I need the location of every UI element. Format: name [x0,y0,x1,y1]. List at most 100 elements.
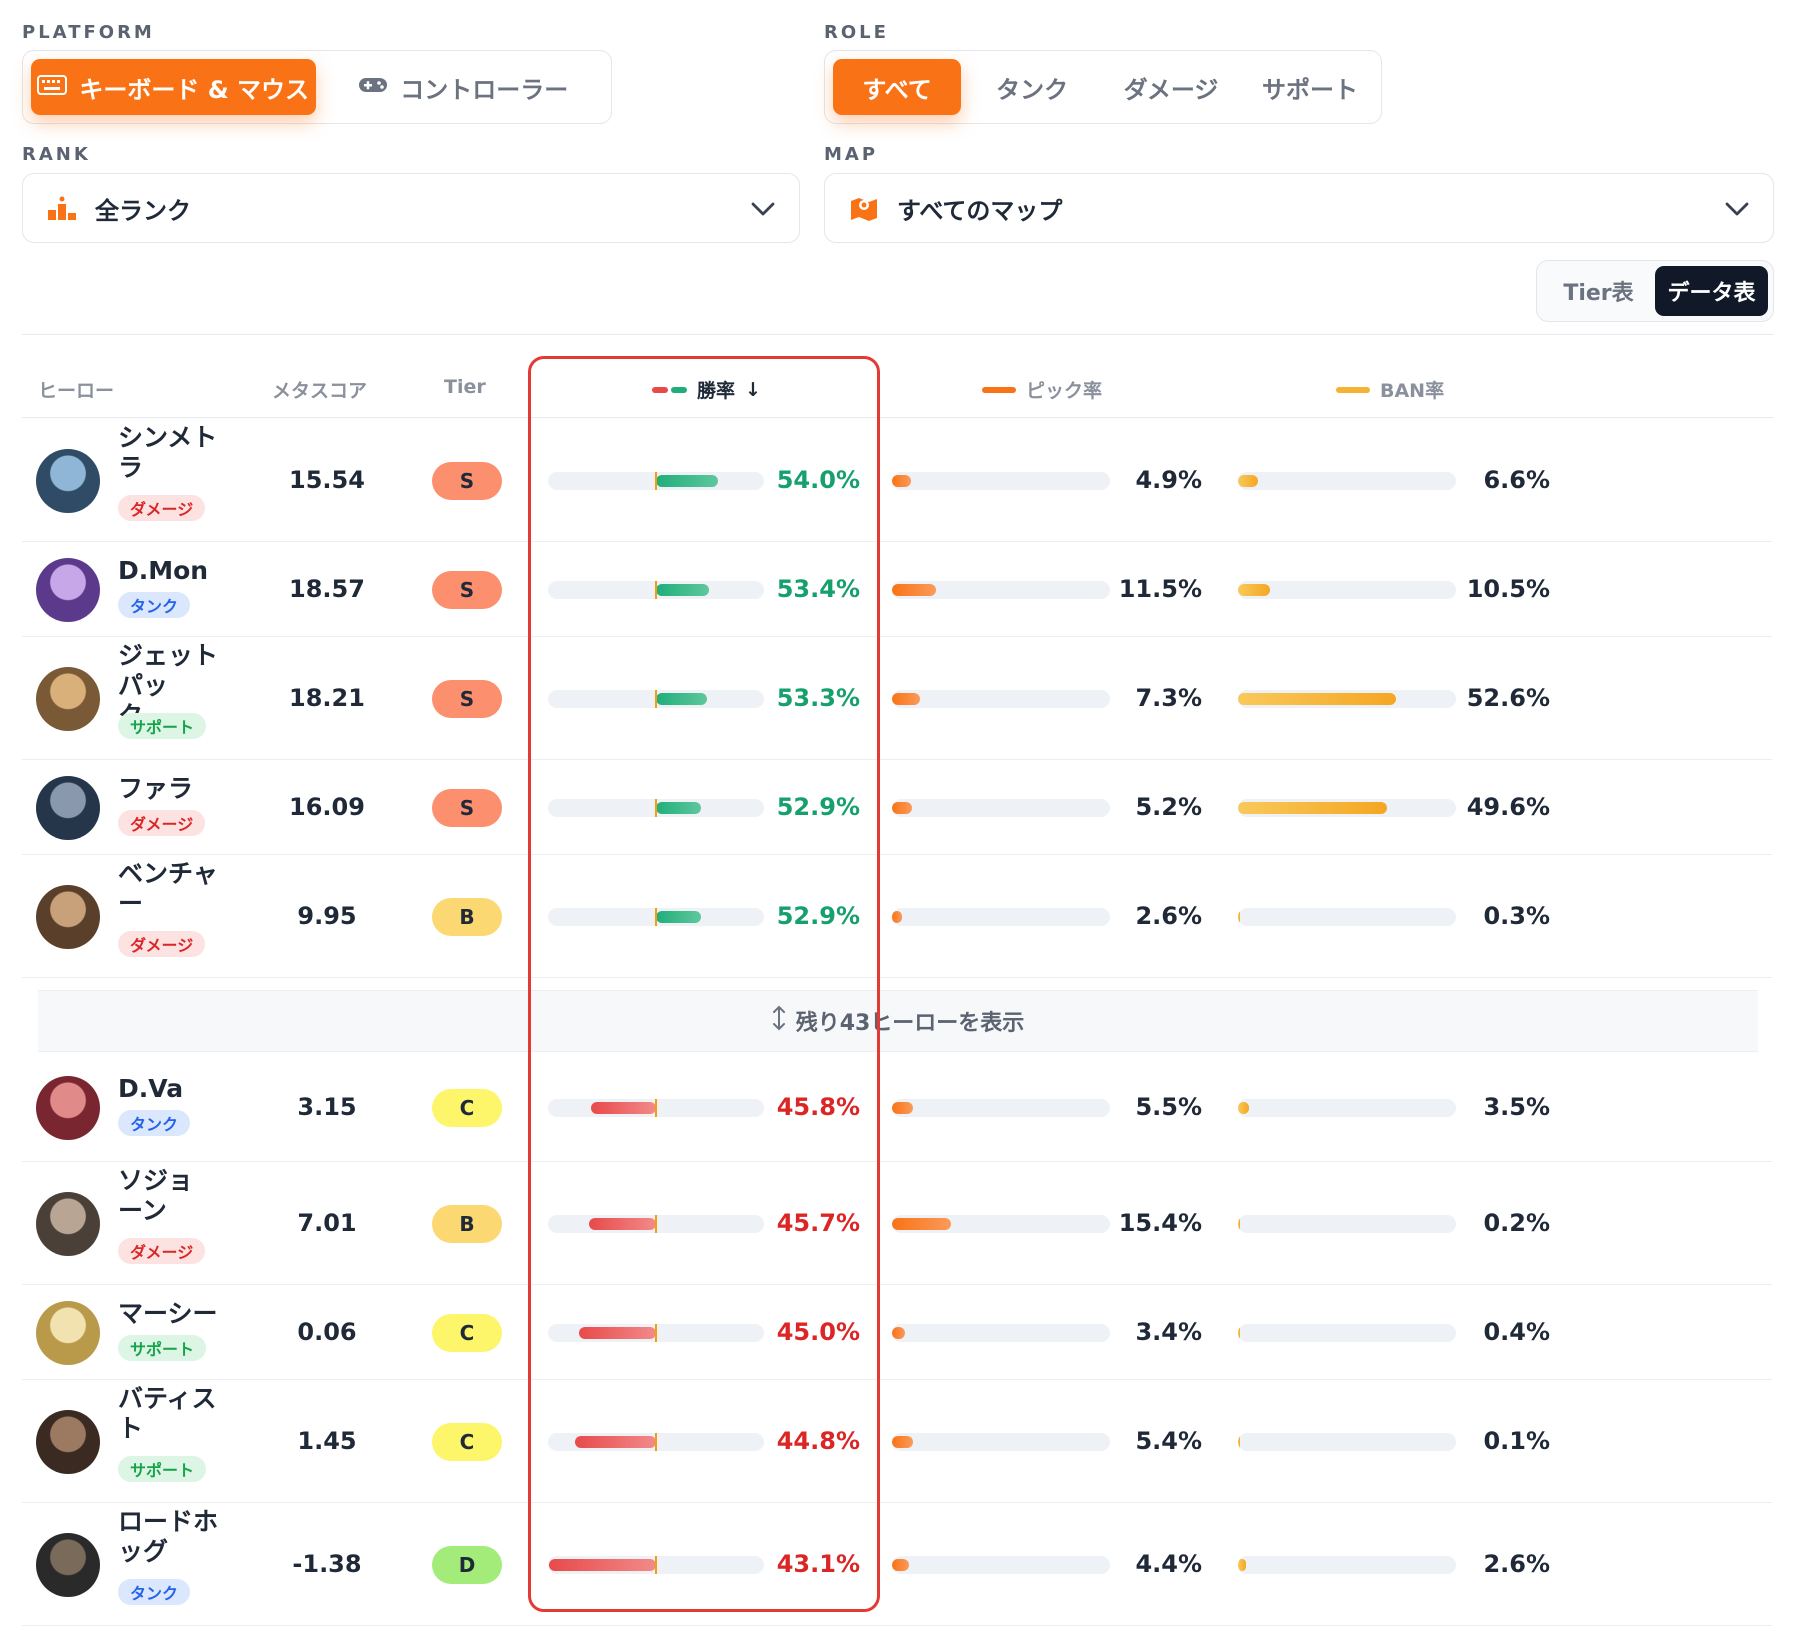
meta-score: 3.15 [297,1093,357,1121]
keyboard-icon [37,73,68,101]
column-header-pick-rate-label: ピック率 [1026,380,1103,402]
ban-rate-value: 0.1% [1483,1426,1550,1455]
platform-keyboard-mouse-button[interactable]: キーボード & マウス [31,59,316,115]
ban-rate-fill [1238,1102,1249,1114]
ban-rate-fill [1238,1326,1240,1339]
column-header-tier-label: Tier [444,376,486,398]
column-header-pick-rate[interactable]: ピック率 [982,376,1102,403]
hero-row[interactable]: D.Va タンク 3.15 C 45.8% 5.5% 3.5% [22,1054,1772,1162]
view-toggle: Tier表 データ表 [1536,260,1774,322]
win-rate-legend-icon [652,386,687,393]
pick-rate-value: 5.4% [1135,1426,1202,1455]
ban-rate-fill [1238,910,1240,923]
pick-rate-fill [892,583,936,596]
data-view-button[interactable]: データ表 [1655,266,1768,316]
ban-rate-fill [1238,1558,1246,1571]
column-header-tier[interactable]: Tier [444,376,486,398]
hero-name: ベンチャー [118,858,218,918]
hero-row[interactable]: ロードホッグ タンク -1.38 D 43.1% 4.4% 2.6% [22,1503,1772,1626]
pick-rate-bar [892,1214,1110,1233]
hero-row[interactable]: マーシー サポート 0.06 C 45.0% 3.4% 0.4% [22,1285,1772,1380]
win-rate-fill [656,910,701,923]
gamepad-icon [358,73,388,101]
win-rate-midline [655,1432,657,1451]
ban-rate-value: 0.3% [1483,901,1550,930]
role-badge: ダメージ [118,930,206,957]
tier-badge: C [432,1313,502,1352]
win-rate-value: 45.0% [776,1317,860,1346]
hero-row[interactable]: ファラ ダメージ 16.09 S 52.9% 5.2% 49.6% [22,760,1772,855]
hero-name: D.Va [118,1074,184,1103]
rank-dropdown[interactable]: 全ランク [22,173,800,243]
win-rate-fill [578,1326,656,1339]
meta-score: 15.54 [289,465,365,494]
platform-keyboard-mouse-label: キーボード & マウス [79,75,310,104]
ban-rate-value: 52.6% [1466,683,1550,712]
hero-row[interactable]: バティスト サポート 1.45 C 44.8% 5.4% 0.1% [22,1380,1772,1503]
role-selector: すべて タンク ダメージ サポート [824,50,1382,124]
win-rate-value: 43.1% [776,1549,860,1578]
meta-score: 9.95 [297,901,357,930]
hero-name: マーシー [118,1298,218,1328]
meta-score: 1.45 [297,1426,357,1455]
tier-badge: S [432,461,502,500]
role-badge: ダメージ [118,494,206,521]
rank-label: RANK [22,144,91,165]
column-header-ban-rate[interactable]: BAN率 [1336,376,1444,403]
hero-avatar [36,1300,100,1365]
column-header-hero: ヒーロー [38,376,114,403]
column-header-meta-score[interactable]: メタスコア [272,376,367,403]
role-damage-button[interactable]: ダメージ [1103,59,1239,115]
pick-rate-value: 4.9% [1135,465,1202,494]
hero-row[interactable]: シンメトラ ダメージ 15.54 S 54.0% 4.9% 6.6% [22,419,1772,542]
hero-row[interactable]: ベンチャー ダメージ 9.95 B 52.9% 2.6% 0.3% [22,855,1772,978]
map-label: MAP [824,144,879,165]
win-rate-midline [655,689,657,708]
win-rate-bar [548,580,764,599]
ban-rate-bar [1238,1214,1456,1233]
rank-selected-value: 全ランク [95,196,191,225]
role-support-button[interactable]: サポート [1247,59,1373,115]
ban-rate-value: 0.2% [1483,1208,1550,1237]
ban-rate-legend-icon [1336,386,1370,393]
role-badge: サポート [118,1455,207,1482]
show-more-button[interactable]: 残り43ヒーローを表示 [38,990,1758,1052]
pick-rate-bar [892,907,1110,926]
ban-rate-value: 3.5% [1483,1093,1550,1121]
ban-rate-bar [1238,689,1456,708]
hero-avatar [36,666,100,731]
win-rate-fill [656,692,708,705]
role-support-label: サポート [1261,75,1358,104]
win-rate-value: 53.3% [776,683,860,712]
ban-rate-bar [1238,580,1456,599]
ban-rate-value: 2.6% [1483,1549,1550,1578]
ban-rate-bar [1238,1323,1456,1342]
pick-rate-bar [892,689,1110,708]
pick-rate-bar [892,798,1110,817]
platform-controller-button[interactable]: コントローラー [324,59,604,115]
role-all-button[interactable]: すべて [833,59,962,115]
tier-view-button[interactable]: Tier表 [1542,266,1655,316]
tier-badge: S [432,788,502,827]
pick-rate-fill [892,910,902,923]
column-header-win-rate-label: 勝率 [697,380,736,402]
role-tank-button[interactable]: タンク [969,59,1095,115]
pick-rate-legend-icon [982,386,1016,393]
ban-rate-value: 6.6% [1483,465,1550,494]
win-rate-bar [548,907,764,926]
win-rate-bar [548,1099,764,1117]
role-badge: タンク [118,1110,191,1136]
win-rate-fill [656,801,701,814]
pick-rate-fill [892,692,920,705]
hero-row[interactable]: D.Mon タンク 18.57 S 53.4% 11.5% 10.5% [22,542,1772,637]
hero-avatar [36,884,100,949]
hero-row[interactable]: ソジョーン ダメージ 7.01 B 45.7% 15.4% 0.2% [22,1162,1772,1285]
map-dropdown[interactable]: すべてのマップ [824,173,1774,243]
ban-rate-fill [1238,692,1396,705]
role-label: ROLE [824,22,889,43]
hero-avatar [36,775,100,840]
column-header-win-rate[interactable]: 勝率 ↓ [652,376,761,403]
hero-row[interactable]: ジェットパック...サポート18.21S53.3%7.3%52.6% [22,637,1772,760]
win-rate-value: 53.4% [776,574,860,603]
ban-rate-value: 0.4% [1483,1317,1550,1346]
